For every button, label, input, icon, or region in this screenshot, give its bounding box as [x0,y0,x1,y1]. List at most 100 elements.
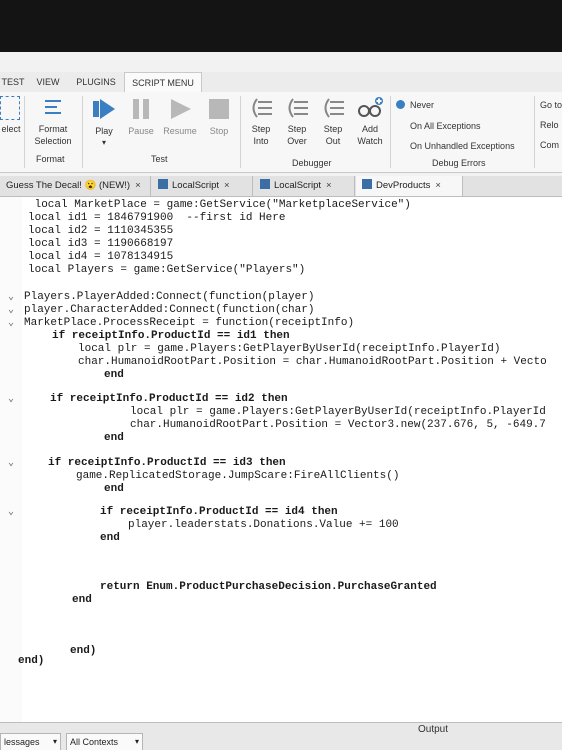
select-icon [0,96,20,120]
code-line[interactable]: end) [70,645,96,658]
chevron-down-icon: ▾ [52,737,57,746]
play-button[interactable]: Play ▾ [88,96,120,149]
radio-empty-icon [396,120,405,129]
code-text: local id3 = 1190668197 [28,238,174,250]
step-over-icon [288,98,308,118]
divider [390,96,391,168]
fold-chevron-icon[interactable]: ⌄ [8,304,14,316]
radio-empty-icon [396,140,405,149]
code-line[interactable]: Players.PlayerAdded:Connect(function(pla… [24,291,314,304]
stop-button[interactable]: Stop [204,96,234,137]
ribbon: elect Format Selection Format Play ▾ Pau… [0,92,562,173]
tab-plugins[interactable]: PLUGINS [70,72,122,92]
code-text: local plr = game.Players:GetPlayerByUser… [78,343,501,355]
code-line[interactable]: if receiptInfo.ProductId == id3 then [48,457,286,470]
code-line[interactable]: local Players = game:GetService("Players… [28,264,305,277]
code-line[interactable]: if receiptInfo.ProductId == id1 then [52,330,290,343]
doc-tab-guess-the-decal[interactable]: Guess The Decal! 😮 (NEW!) × [0,176,151,196]
code-text: end) [18,655,45,667]
code-line[interactable]: end [104,369,124,382]
code-text: if receiptInfo.ProductId == id2 then [50,393,288,405]
doc-tab-label: Guess The Decal! 😮 (NEW!) [6,180,131,191]
close-icon[interactable]: × [435,180,441,191]
script-icon [260,179,270,189]
fold-chevron-icon[interactable]: ⌄ [8,457,14,469]
doc-tab-localscript-1[interactable]: LocalScript × [152,176,253,196]
tab-test[interactable]: TEST [0,72,26,92]
code-text: return Enum.ProductPurchaseDecision.Purc… [100,581,437,593]
code-line[interactable]: local plr = game.Players:GetPlayerByUser… [78,343,500,356]
code-text: local plr = game.Players:GetPlayerByUser… [130,406,546,418]
code-text: end) [70,645,97,657]
messages-dropdown[interactable]: lessages ▾ [0,733,61,750]
com-button[interactable]: Com [540,140,559,150]
goto-button[interactable]: Go to [540,100,562,110]
step-into-button[interactable]: Step Into [244,96,278,147]
code-line[interactable]: if receiptInfo.ProductId == id4 then [100,506,338,519]
code-line[interactable]: end [104,483,124,496]
code-line[interactable]: if receiptInfo.ProductId == id2 then [50,393,288,406]
step-over-button[interactable]: Step Over [280,96,314,147]
format-selection-label: Format Selection [34,124,72,146]
doc-tab-localscript-2[interactable]: LocalScript × [254,176,355,196]
select-label: elect [1,124,21,134]
code-line[interactable]: local MarketPlace = game:GetService("Mar… [28,199,411,212]
step-out-icon [324,98,344,118]
reload-button[interactable]: Relo [540,120,559,130]
tab-script-menu[interactable]: SCRIPT MENU [124,72,202,94]
code-line[interactable]: end) [18,655,44,668]
radio-selected-icon [396,100,405,109]
doc-tab-devproducts[interactable]: DevProducts × [356,176,463,196]
test-group-label: Test [151,154,168,164]
close-icon[interactable]: × [326,180,332,191]
format-lines-icon [45,100,61,114]
code-line[interactable]: local id2 = 1110345355 [28,225,173,238]
resume-button[interactable]: Resume [160,96,200,137]
contexts-label: All Contexts [70,737,119,747]
fold-chevron-icon[interactable]: ⌄ [8,393,14,405]
studio-window: TEST VIEW PLUGINS SCRIPT MENU elect Form… [0,52,562,750]
add-watch-label: Add Watch [357,124,383,146]
close-icon[interactable]: × [224,180,230,191]
radio-never[interactable]: Never [396,100,434,110]
code-line[interactable]: end [100,532,120,545]
fold-chevron-icon[interactable]: ⌄ [8,317,14,329]
code-line[interactable]: char.HumanoidRootPart.Position = Vector3… [130,419,546,432]
code-line[interactable]: player.leaderstats.Donations.Value += 10… [128,519,399,532]
format-selection-button[interactable]: Format Selection [28,96,78,147]
radio-on-unhandled-exceptions[interactable]: On Unhandled Exceptions [396,140,515,151]
doc-tab-label: LocalScript [274,180,321,191]
resume-icon [171,99,191,119]
code-line[interactable]: local plr = game.Players:GetPlayerByUser… [130,406,546,419]
code-line[interactable]: char.HumanoidRootPart.Position = char.Hu… [78,356,547,369]
code-line[interactable]: local id1 = 1846791900 --first id Here [28,212,285,225]
code-text: Players.PlayerAdded:Connect(function(pla… [24,291,315,303]
close-icon[interactable]: × [135,180,141,191]
pause-icon [133,99,149,119]
code-text: end [72,594,92,606]
code-text: char.HumanoidRootPart.Position = Vector3… [130,419,546,431]
code-line[interactable]: player.CharacterAdded:Connect(function(c… [24,304,314,317]
code-line[interactable]: return Enum.ProductPurchaseDecision.Purc… [100,581,437,594]
code-line[interactable]: game.ReplicatedStorage.JumpScare:FireAll… [76,470,399,483]
code-line[interactable]: end [72,594,92,607]
pause-button[interactable]: Pause [124,96,158,137]
contexts-dropdown[interactable]: All Contexts ▾ [66,733,143,750]
fold-chevron-icon[interactable]: ⌄ [8,506,14,518]
add-watch-button[interactable]: Add Watch [352,96,388,147]
code-editor[interactable]: local MarketPlace = game:GetService("Mar… [0,197,562,722]
code-line[interactable]: local id4 = 1078134915 [28,251,173,264]
tab-view[interactable]: VIEW [30,72,66,92]
step-out-button[interactable]: Step Out [316,96,350,147]
radio-on-all-exceptions[interactable]: On All Exceptions [396,120,481,131]
code-text: game.ReplicatedStorage.JumpScare:FireAll… [76,470,400,482]
code-text: local Players = game:GetService("Players… [28,264,306,276]
select-button[interactable]: elect [0,96,22,135]
code-line[interactable]: end [104,432,124,445]
code-line[interactable]: local id3 = 1190668197 [28,238,173,251]
code-line[interactable]: MarketPlace.ProcessReceipt = function(re… [24,317,354,330]
script-icon [362,179,372,189]
fold-chevron-icon[interactable]: ⌄ [8,291,14,303]
code-text: local id1 = 1846791900 --first id Here [28,212,286,224]
step-into-icon [252,98,272,118]
